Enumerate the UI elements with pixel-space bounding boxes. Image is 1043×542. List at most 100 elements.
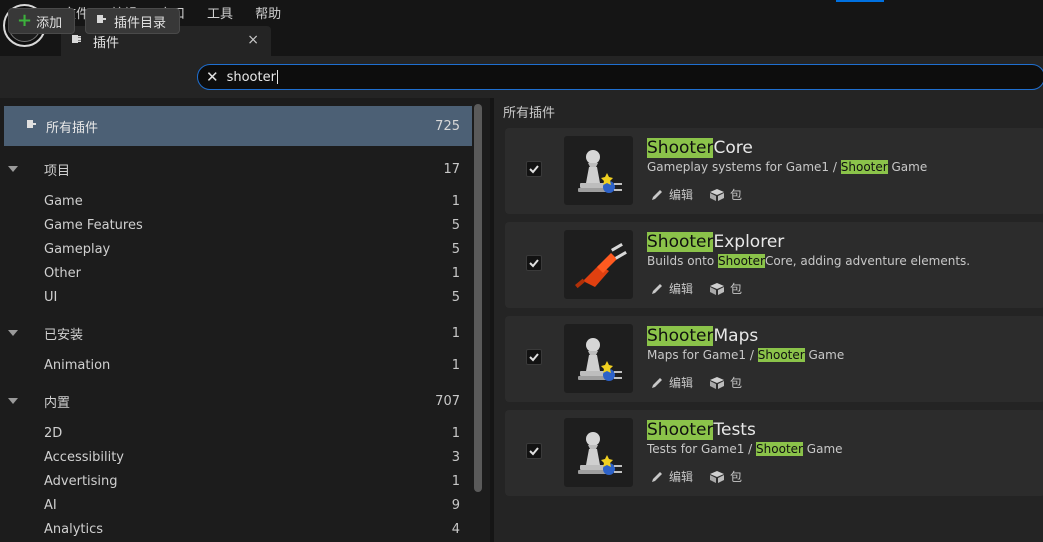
plugin-description: Tests for Game1 / Shooter Game — [647, 442, 843, 456]
sidebar-item-count: 4 — [451, 521, 460, 537]
search-highlight: Shooter — [840, 160, 888, 174]
panel-title: 所有插件 — [503, 106, 556, 121]
pencil-icon — [652, 377, 662, 388]
package-icon — [710, 188, 725, 201]
sidebar-item-animation[interactable]: Animation 1 — [0, 353, 472, 377]
sidebar-item-analytics[interactable]: Analytics 4 — [0, 517, 472, 541]
edit-label: 编辑 — [669, 282, 694, 296]
sidebar-item-label: 2D — [44, 425, 63, 441]
sidebar-item-2d[interactable]: 2D 1 — [0, 421, 472, 445]
plugin-name-rest: Tests — [713, 420, 756, 440]
menu-help[interactable]: 帮助 — [244, 0, 292, 22]
sidebar-group-builtin[interactable]: 内置 707 — [0, 389, 472, 413]
plugin-card[interactable]: ShooterExplorer Builds onto ShooterCore, … — [505, 222, 1043, 308]
sidebar-group-label: 项目 — [44, 163, 71, 179]
plugin-description: Builds onto ShooterCore, adding adventur… — [647, 254, 970, 268]
sidebar-group-label: 已安装 — [44, 327, 84, 343]
enabled-checkbox[interactable] — [526, 161, 542, 177]
sidebar-item-count: 1 — [451, 425, 460, 441]
package-icon — [710, 376, 725, 389]
plugin-description: Maps for Game1 / Shooter Game — [647, 348, 844, 362]
search-highlight: Shooter — [647, 232, 714, 252]
description-text: Game — [802, 442, 843, 456]
pencil-icon — [652, 283, 662, 294]
sidebar-item-all-plugins[interactable]: 所有插件 725 — [4, 106, 472, 146]
search-highlight: Shooter — [647, 138, 714, 158]
package-label: 包 — [730, 282, 743, 296]
plugin-name-rest: Core — [713, 138, 753, 158]
edit-label: 编辑 — [669, 470, 694, 484]
sidebar-item-label: Analytics — [44, 521, 104, 537]
checkmark-icon — [529, 447, 539, 456]
package-button[interactable]: 包 — [709, 468, 742, 485]
edit-button[interactable]: 编辑 — [650, 186, 693, 203]
sidebar-item-accessibility[interactable]: Accessibility 3 — [0, 445, 472, 469]
sidebar-item-label: AI — [44, 497, 57, 513]
sidebar-item-count: 5 — [451, 241, 460, 257]
package-label: 包 — [730, 470, 743, 484]
plugin-icon — [69, 31, 85, 51]
add-button-label: 添加 — [36, 15, 63, 31]
plugin-name-rest: Explorer — [713, 232, 785, 252]
sidebar-item-count: 725 — [435, 118, 460, 134]
search-highlight: Shooter — [718, 254, 765, 268]
checkmark-icon — [529, 353, 539, 362]
pawn-plug-icon — [564, 324, 633, 393]
plugin-icon — [94, 11, 110, 31]
chevron-down-icon[interactable] — [8, 330, 18, 336]
description-text: Game — [887, 160, 928, 174]
chevron-down-icon[interactable] — [8, 166, 18, 172]
red-plug-icon — [564, 230, 633, 299]
sidebar-item-label: Accessibility — [44, 449, 124, 465]
package-label: 包 — [730, 376, 743, 390]
package-button[interactable]: 包 — [709, 186, 742, 203]
sidebar-group-installed[interactable]: 已安装 1 — [0, 321, 472, 345]
enabled-checkbox[interactable] — [526, 255, 542, 271]
package-icon — [710, 470, 725, 483]
add-button[interactable]: + 添加 — [8, 8, 75, 34]
sidebar-group-label: 内置 — [44, 395, 71, 411]
plugin-actions: 编辑 包 — [650, 186, 742, 203]
enabled-checkbox[interactable] — [526, 443, 542, 459]
sidebar-item-other[interactable]: Other 1 — [0, 261, 472, 285]
sidebar-item-game[interactable]: Game 1 — [0, 189, 472, 213]
edit-button[interactable]: 编辑 — [650, 468, 693, 485]
plugin-actions: 编辑 包 — [650, 280, 742, 297]
plugin-catalog-button[interactable]: 插件目录 — [85, 8, 180, 34]
sidebar-item-ai[interactable]: AI 9 — [0, 493, 472, 517]
plugin-name: ShooterMaps — [647, 326, 758, 346]
package-button[interactable]: 包 — [709, 374, 742, 391]
sidebar-item-game-features[interactable]: Game Features 5 — [0, 213, 472, 237]
sidebar-item-gameplay[interactable]: Gameplay 5 — [0, 237, 472, 261]
clear-search-icon[interactable]: ✕ — [206, 68, 219, 86]
plugin-card[interactable]: ShooterCore Gameplay systems for Game1 / … — [505, 128, 1043, 214]
plugin-icon — [24, 116, 40, 136]
sidebar-group-count: 1 — [451, 325, 460, 341]
search-highlight: Shooter — [756, 442, 803, 456]
edit-button[interactable]: 编辑 — [650, 374, 693, 391]
plugin-actions: 编辑 包 — [650, 374, 742, 391]
chevron-down-icon[interactable] — [8, 398, 18, 404]
plugin-name: ShooterCore — [647, 138, 753, 158]
package-button[interactable]: 包 — [709, 280, 742, 297]
sidebar-item-label: Game — [44, 193, 83, 209]
plus-icon: + — [17, 10, 33, 31]
plugin-card[interactable]: ShooterTests Tests for Game1 / Shooter Ga… — [505, 410, 1043, 496]
search-input[interactable]: ✕ shooter — [197, 64, 1043, 90]
plugin-card[interactable]: ShooterMaps Maps for Game1 / Shooter Game… — [505, 316, 1043, 402]
close-icon[interactable]: × — [247, 32, 259, 48]
sidebar-item-advertising[interactable]: Advertising 1 — [0, 469, 472, 493]
enabled-checkbox[interactable] — [526, 349, 542, 365]
menu-tools[interactable]: 工具 — [196, 0, 244, 22]
sidebar-group-count: 707 — [435, 393, 460, 409]
search-value: shooter — [226, 69, 276, 85]
edit-button[interactable]: 编辑 — [650, 280, 693, 297]
description-text: Game — [804, 348, 845, 362]
sidebar-item-count: 3 — [451, 449, 460, 465]
description-text: Builds onto — [647, 254, 718, 268]
sidebar-scrollbar[interactable] — [474, 104, 482, 492]
checkmark-icon — [529, 259, 539, 268]
sidebar-group-project[interactable]: 项目 17 — [0, 157, 472, 181]
category-sidebar: 所有插件 725 项目 17 Game 1 Game Features 5 Ga… — [0, 98, 490, 542]
sidebar-item-ui[interactable]: UI 5 — [0, 285, 472, 309]
